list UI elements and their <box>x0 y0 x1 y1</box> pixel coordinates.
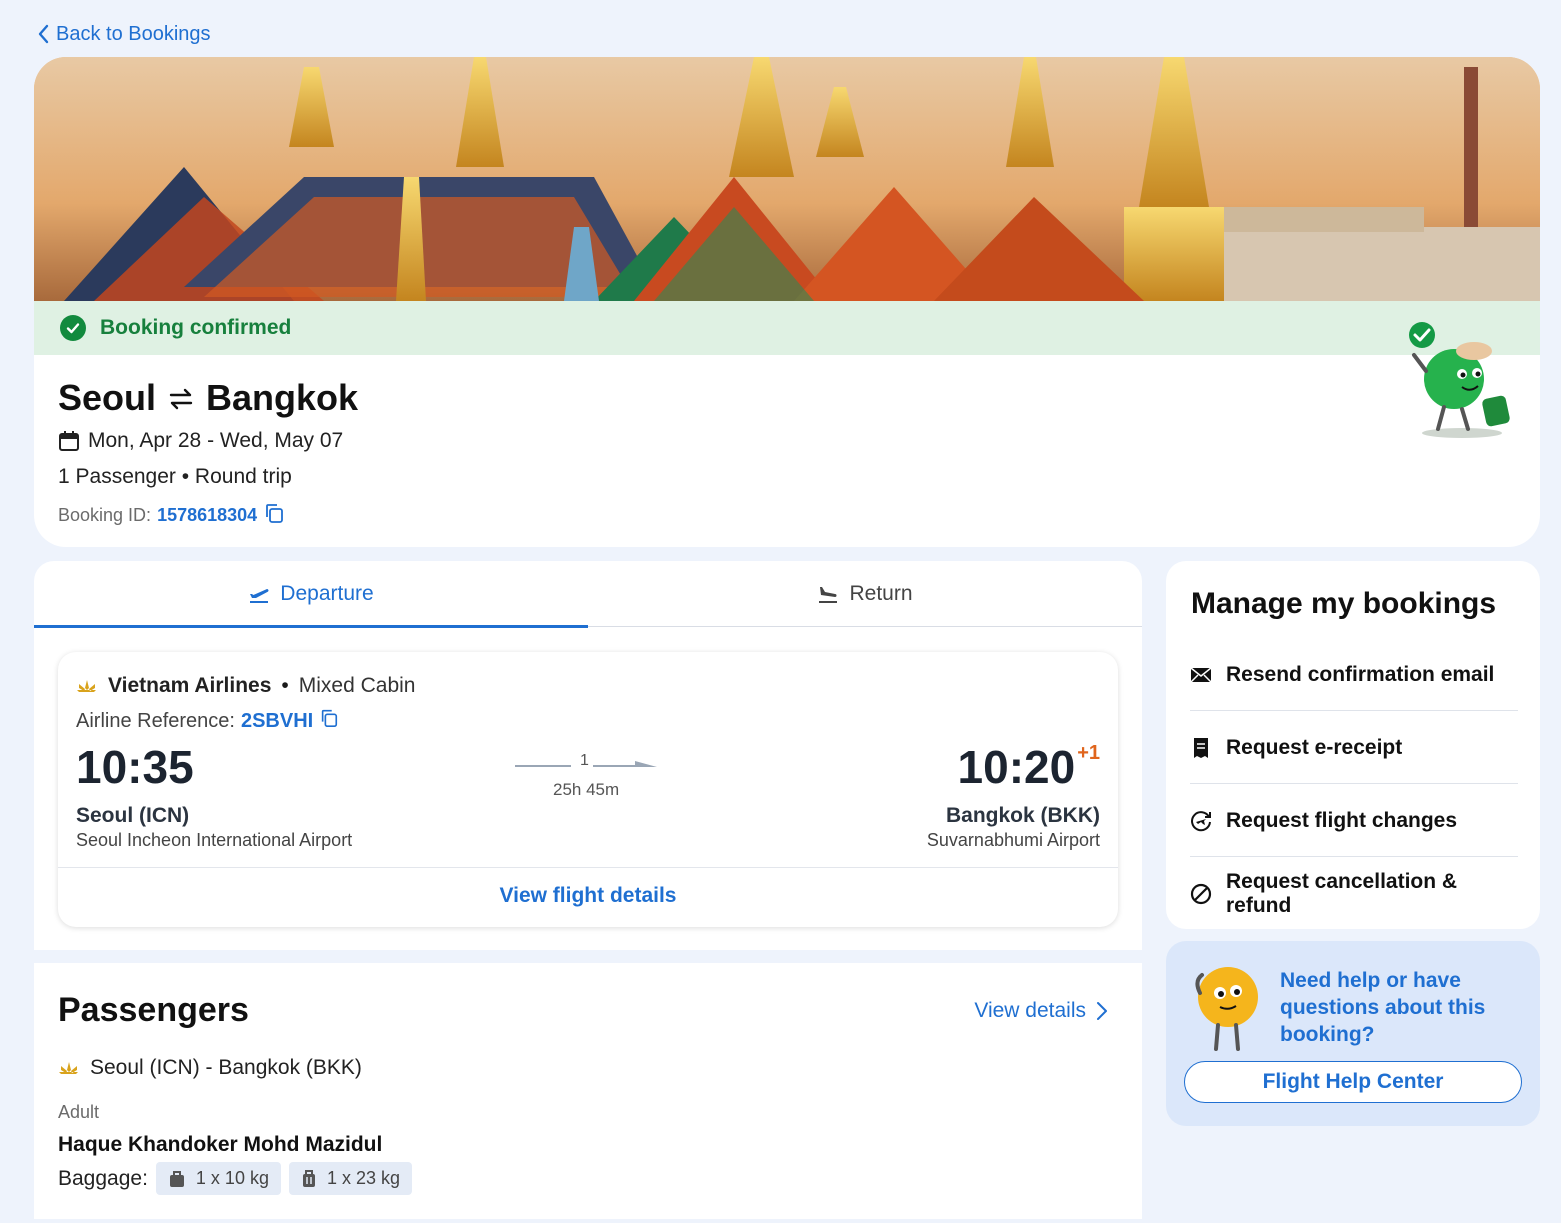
booking-status-bar: Booking confirmed <box>34 301 1540 355</box>
check-circle-icon <box>60 315 86 341</box>
envelope-icon <box>1190 666 1212 683</box>
arrival-time: 10:20 +1 <box>958 740 1100 794</box>
manage-bookings-panel: Manage my bookings Resend confirmation e… <box>1166 561 1540 929</box>
card-divider <box>58 867 1118 868</box>
mascot-traveler-illustration <box>1409 322 1510 438</box>
tab-departure[interactable]: Departure <box>34 561 588 628</box>
view-flight-details-link[interactable]: View flight details <box>58 884 1118 908</box>
baggage-allowance: Baggage: 1 x 10 kg 1 x 23 kg <box>58 1162 413 1195</box>
plane-landing-icon <box>819 587 838 603</box>
route-title: Seoul Bangkok <box>58 377 358 419</box>
flight-itinerary-panel: Departure Return Vietnam Airlines • Mixe… <box>34 561 1142 950</box>
flight-duration: 25h 45m <box>553 780 620 799</box>
booking-status-text: Booking confirmed <box>100 316 292 339</box>
resend-confirmation-email-button[interactable]: Resend confirmation email <box>1190 639 1518 711</box>
tab-return-label: Return <box>849 582 913 605</box>
chevron-left-icon <box>38 24 49 44</box>
flight-help-center-button[interactable]: Flight Help Center <box>1184 1061 1522 1103</box>
airline-lotus-logo-icon <box>77 680 96 692</box>
round-trip-swap-icon <box>168 377 194 419</box>
help-panel: Need help or have questions about this b… <box>1166 941 1540 1126</box>
stop-count: 1 <box>580 752 589 769</box>
booking-id-value: 1578618304 <box>157 505 258 525</box>
flight-segment-card: Vietnam Airlines • Mixed Cabin Airline R… <box>58 652 1118 927</box>
departure-city: Seoul (ICN) <box>76 804 190 827</box>
chevron-right-icon <box>1097 1002 1107 1020</box>
resend-confirmation-email-label: Resend confirmation email <box>1226 662 1495 686</box>
cabin-baggage-text: 1 x 10 kg <box>195 1168 269 1188</box>
back-to-bookings-link[interactable]: Back to Bookings <box>36 20 211 48</box>
trip-dates: Mon, Apr 28 - Wed, May 07 <box>58 429 343 453</box>
manage-bookings-title: Manage my bookings <box>1191 587 1497 620</box>
help-prompt-text: Need help or have questions about this b… <box>1280 969 1486 1046</box>
departure-airport: Seoul Incheon International Airport <box>76 830 353 850</box>
passengers-title: Passengers <box>58 991 249 1029</box>
view-details-label: View details <box>974 999 1086 1022</box>
passengers-trip-type: 1 Passenger • Round trip <box>58 465 292 488</box>
checked-luggage-icon <box>302 1169 315 1187</box>
baggage-label: Baggage: <box>58 1166 148 1190</box>
airline-reference-label: Airline Reference: <box>76 709 235 732</box>
tab-return[interactable]: Return <box>588 561 1142 627</box>
request-flight-changes-label: Request flight changes <box>1226 808 1458 832</box>
airline-reference-value: 2SBVHI <box>240 709 314 732</box>
checked-baggage-text: 1 x 23 kg <box>326 1168 401 1188</box>
arrival-day-offset: +1 <box>1077 742 1100 764</box>
arrival-time-value: 10:20 <box>957 741 1076 793</box>
origin-city: Seoul <box>58 377 157 418</box>
mascot-help-illustration <box>1195 967 1258 1051</box>
plane-takeoff-icon <box>250 589 269 603</box>
cabin-bag-icon <box>169 1170 184 1187</box>
copy-icon[interactable] <box>263 502 285 529</box>
booking-id-label: Booking ID: <box>58 505 152 525</box>
request-flight-changes-button[interactable]: Request flight changes <box>1190 785 1518 857</box>
flight-change-icon <box>1191 810 1211 831</box>
separator-dot: • <box>281 674 289 697</box>
tab-departure-label: Departure <box>280 582 374 605</box>
back-label: Back to Bookings <box>56 22 211 45</box>
cancel-icon <box>1190 883 1212 905</box>
departure-time: 10:35 <box>76 741 194 793</box>
passenger-route: Seoul (ICN) - Bangkok (BKK) <box>58 1056 362 1080</box>
copy-icon[interactable] <box>319 708 339 734</box>
request-e-receipt-label: Request e-receipt <box>1226 735 1403 759</box>
receipt-icon <box>1194 737 1208 758</box>
flight-direction-tabs: Departure Return <box>34 561 1142 628</box>
destination-city: Bangkok <box>206 377 359 418</box>
airline-lotus-logo-icon <box>59 1062 78 1074</box>
view-passenger-details-link[interactable]: View details <box>974 999 1108 1023</box>
request-cancellation-refund-button[interactable]: Request cancellation & refund <box>1190 858 1518 930</box>
flight-duration-stops: 1 25h 45m <box>513 752 663 802</box>
arrival-city: Bangkok (BKK) <box>945 804 1100 827</box>
cabin-baggage-chip: 1 x 10 kg <box>155 1162 281 1195</box>
arrival-airport: Suvarnabhumi Airport <box>926 830 1100 850</box>
destination-banner-image <box>34 57 1540 301</box>
request-cancellation-refund-label: Request cancellation & refund <box>1226 870 1458 917</box>
checked-baggage-chip: 1 x 23 kg <box>288 1162 413 1195</box>
booking-summary-card: Booking confirmed Seoul Bangkok Mon, Apr… <box>34 57 1540 547</box>
airline-reference: Airline Reference: 2SBVHI <box>76 708 339 734</box>
airline-info: Vietnam Airlines • Mixed Cabin <box>76 674 416 698</box>
passengers-panel: Passengers View details Seoul (ICN) - Ba… <box>34 963 1142 1219</box>
cabin-class: Mixed Cabin <box>298 674 416 697</box>
trip-dates-text: Mon, Apr 28 - Wed, May 07 <box>88 429 344 452</box>
booking-id: Booking ID: 1578618304 <box>58 502 285 529</box>
request-e-receipt-button[interactable]: Request e-receipt <box>1190 712 1518 784</box>
calendar-icon <box>59 431 79 451</box>
passenger-type: Adult <box>58 1102 100 1122</box>
passenger-route-text: Seoul (ICN) - Bangkok (BKK) <box>90 1056 362 1079</box>
airline-name: Vietnam Airlines <box>108 674 272 697</box>
passenger-name: Haque Khandoker Mohd Mazidul <box>58 1133 383 1156</box>
